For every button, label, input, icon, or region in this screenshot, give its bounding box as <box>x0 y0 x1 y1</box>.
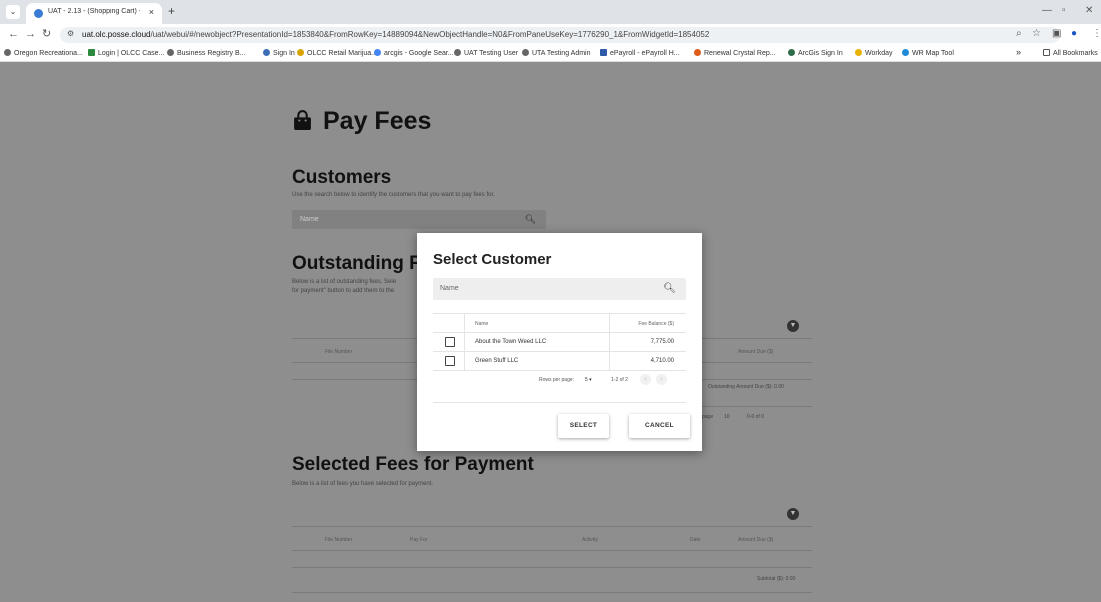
site-info-icon[interactable]: ⚙ <box>67 29 74 38</box>
bookmark-item[interactable]: Business Registry B... <box>167 49 245 57</box>
bookmark-item[interactable]: OLCC Retail Marijua... <box>297 49 377 57</box>
zoom-icon[interactable]: ⌕ <box>1016 28 1022 39</box>
dialog-title: Select Customer <box>433 251 552 268</box>
column-header-name[interactable]: Name <box>475 321 488 327</box>
shopping-bag-icon <box>294 110 311 130</box>
browser-tab-title: UAT - 2.13 - (Shopping Cart) - ( <box>48 8 140 15</box>
cancel-button[interactable]: CANCEL <box>629 414 690 438</box>
bookmark-star-icon[interactable]: ☆ <box>1032 28 1041 39</box>
column-header-amount-due[interactable]: Amount Due ($) <box>738 349 773 355</box>
next-page-icon[interactable]: › <box>656 374 667 385</box>
customer-table: Name Fee Balance ($) About the Town Weed… <box>433 313 686 371</box>
select-button[interactable]: SELECT <box>558 414 609 438</box>
row-checkbox[interactable] <box>445 356 455 366</box>
table-divider <box>702 406 812 407</box>
column-header-file-number[interactable]: File Number <box>325 537 352 543</box>
bookmark-item[interactable]: Login | OLCC Case... <box>88 49 164 57</box>
bookmarks-overflow-button[interactable]: » <box>1016 47 1021 57</box>
column-header-activity[interactable]: Activity <box>582 537 598 543</box>
close-window-icon[interactable]: ✕ <box>1085 5 1093 16</box>
filter-icon[interactable]: ▼ <box>787 508 799 520</box>
customer-fee-balance: 4,710.00 <box>650 358 674 364</box>
side-panel-icon[interactable]: ▣ <box>1052 28 1061 39</box>
reload-icon[interactable]: ↻ <box>42 28 51 40</box>
pagination-range: 1-2 of 2 <box>611 377 628 383</box>
bookmark-item[interactable]: UTA Testing Admin <box>522 49 591 57</box>
select-customer-dialog: Select Customer Name 🔍︎ Name Fee Balance… <box>417 233 702 451</box>
table-divider <box>292 526 812 527</box>
customer-fee-balance: 7,775.00 <box>650 339 674 345</box>
page-title: Pay Fees <box>323 107 432 135</box>
table-row[interactable]: Green Stuff LLC 4,710.00 <box>433 352 686 371</box>
bookmark-item[interactable]: Workday <box>855 49 893 57</box>
search-placeholder: Name <box>300 216 319 223</box>
rows-per-page-select[interactable]: 5 ▾ <box>585 377 592 383</box>
table-divider <box>292 592 812 593</box>
page-overlay: Pay Fees Customers Use the search below … <box>0 62 1101 602</box>
search-icon[interactable]: 🔍︎ <box>525 214 536 225</box>
column-header-date[interactable]: Date <box>690 537 701 543</box>
previous-page-icon[interactable]: ‹ <box>640 374 651 385</box>
browser-tab-bar: ⌄ UAT - 2.13 - (Shopping Cart) - ( × + —… <box>0 0 1101 24</box>
bookmark-item[interactable]: arcgis - Google Sear... <box>374 49 454 57</box>
column-header-pay-for[interactable]: Pay For <box>410 537 428 543</box>
table-row[interactable]: About the Town Weed LLC 7,775.00 <box>433 333 686 352</box>
outstanding-description-line1: Below is a list of outstanding fees. Sel… <box>292 279 397 285</box>
bookmark-item[interactable]: WR Map Tool <box>902 49 954 57</box>
address-url: uat.olc.posse.cloud/uat/webui/#/newobjec… <box>82 30 710 39</box>
table-divider <box>292 567 812 568</box>
bookmark-item[interactable]: Sign In <box>263 49 295 57</box>
customer-search-input[interactable]: Name 🔍︎ <box>292 210 546 229</box>
bookmark-item[interactable]: Renewal Crystal Rep... <box>694 49 776 57</box>
pagination-range: 0-0 of 0 <box>747 414 764 420</box>
subtotal: Subtotal ($): 0.00 <box>757 576 796 582</box>
bookmark-item[interactable]: Oregon Recreationa... <box>4 49 83 57</box>
bookmark-item[interactable]: ePayroll - ePayroll H... <box>600 49 680 57</box>
customers-heading: Customers <box>292 167 392 188</box>
row-checkbox[interactable] <box>445 337 455 347</box>
selected-fees-description: Below is a list of fees you have selecte… <box>292 481 434 487</box>
bookmark-item[interactable]: UAT Testing User <box>454 49 518 57</box>
back-arrow-icon[interactable]: ← <box>8 28 19 40</box>
dialog-search-input[interactable]: Name 🔍︎ <box>433 278 686 300</box>
filter-icon[interactable]: ▼ <box>787 320 799 332</box>
customers-description: Use the search below to identify the cus… <box>292 192 495 198</box>
restore-window-icon[interactable]: ▫ <box>1062 5 1066 16</box>
table-divider <box>292 550 812 551</box>
browser-toolbar: ← → ↻ ⚙ uat.olc.posse.cloud/uat/webui/#/… <box>0 24 1101 46</box>
dialog-divider <box>433 402 686 403</box>
search-placeholder: Name <box>440 285 459 292</box>
profile-avatar-icon[interactable]: ● <box>1071 28 1077 39</box>
rows-per-page-label: Rows per page: <box>539 377 575 383</box>
outstanding-amount-due: Outstanding Amount Due ($): 0.00 <box>708 384 784 390</box>
new-tab-button[interactable]: + <box>168 5 175 17</box>
search-icon[interactable]: 🔍︎ <box>663 283 676 294</box>
forward-arrow-icon[interactable]: → <box>25 28 36 40</box>
rows-per-page-select[interactable]: 10 <box>724 414 730 420</box>
bookmarks-bar: Oregon Recreationa... Login | OLCC Case.… <box>0 46 1101 62</box>
customer-name: Green Stuff LLC <box>475 358 519 364</box>
close-tab-icon[interactable]: × <box>149 7 154 17</box>
browser-tab[interactable]: UAT - 2.13 - (Shopping Cart) - ( × <box>26 3 162 24</box>
tab-search-chevron-icon[interactable]: ⌄ <box>6 5 20 19</box>
menu-kebab-icon[interactable]: ⋮ <box>1092 28 1101 39</box>
all-bookmarks-folder[interactable]: All Bookmarks <box>1043 49 1098 57</box>
outstanding-description-line2: for payment" button to add them to the <box>292 288 395 294</box>
bookmark-item[interactable]: ArcGis Sign In <box>788 49 843 57</box>
column-header-fee-balance[interactable]: Fee Balance ($) <box>638 321 674 327</box>
dialog-pagination: Rows per page: 5 ▾ 1-2 of 2 ‹ › <box>433 374 686 389</box>
rows-per-page-label: page <box>702 414 714 420</box>
customer-name: About the Town Weed LLC <box>475 339 547 345</box>
table-header-row: Name Fee Balance ($) <box>433 313 686 333</box>
site-favicon-icon <box>34 9 43 18</box>
column-header-file-number[interactable]: File Number <box>325 349 352 355</box>
minimize-window-icon[interactable]: — <box>1042 5 1052 16</box>
column-header-amount-due[interactable]: Amount Due ($) <box>738 537 773 543</box>
selected-fees-heading: Selected Fees for Payment <box>292 454 534 475</box>
address-bar[interactable]: ⚙ uat.olc.posse.cloud/uat/webui/#/newobj… <box>60 27 1060 43</box>
